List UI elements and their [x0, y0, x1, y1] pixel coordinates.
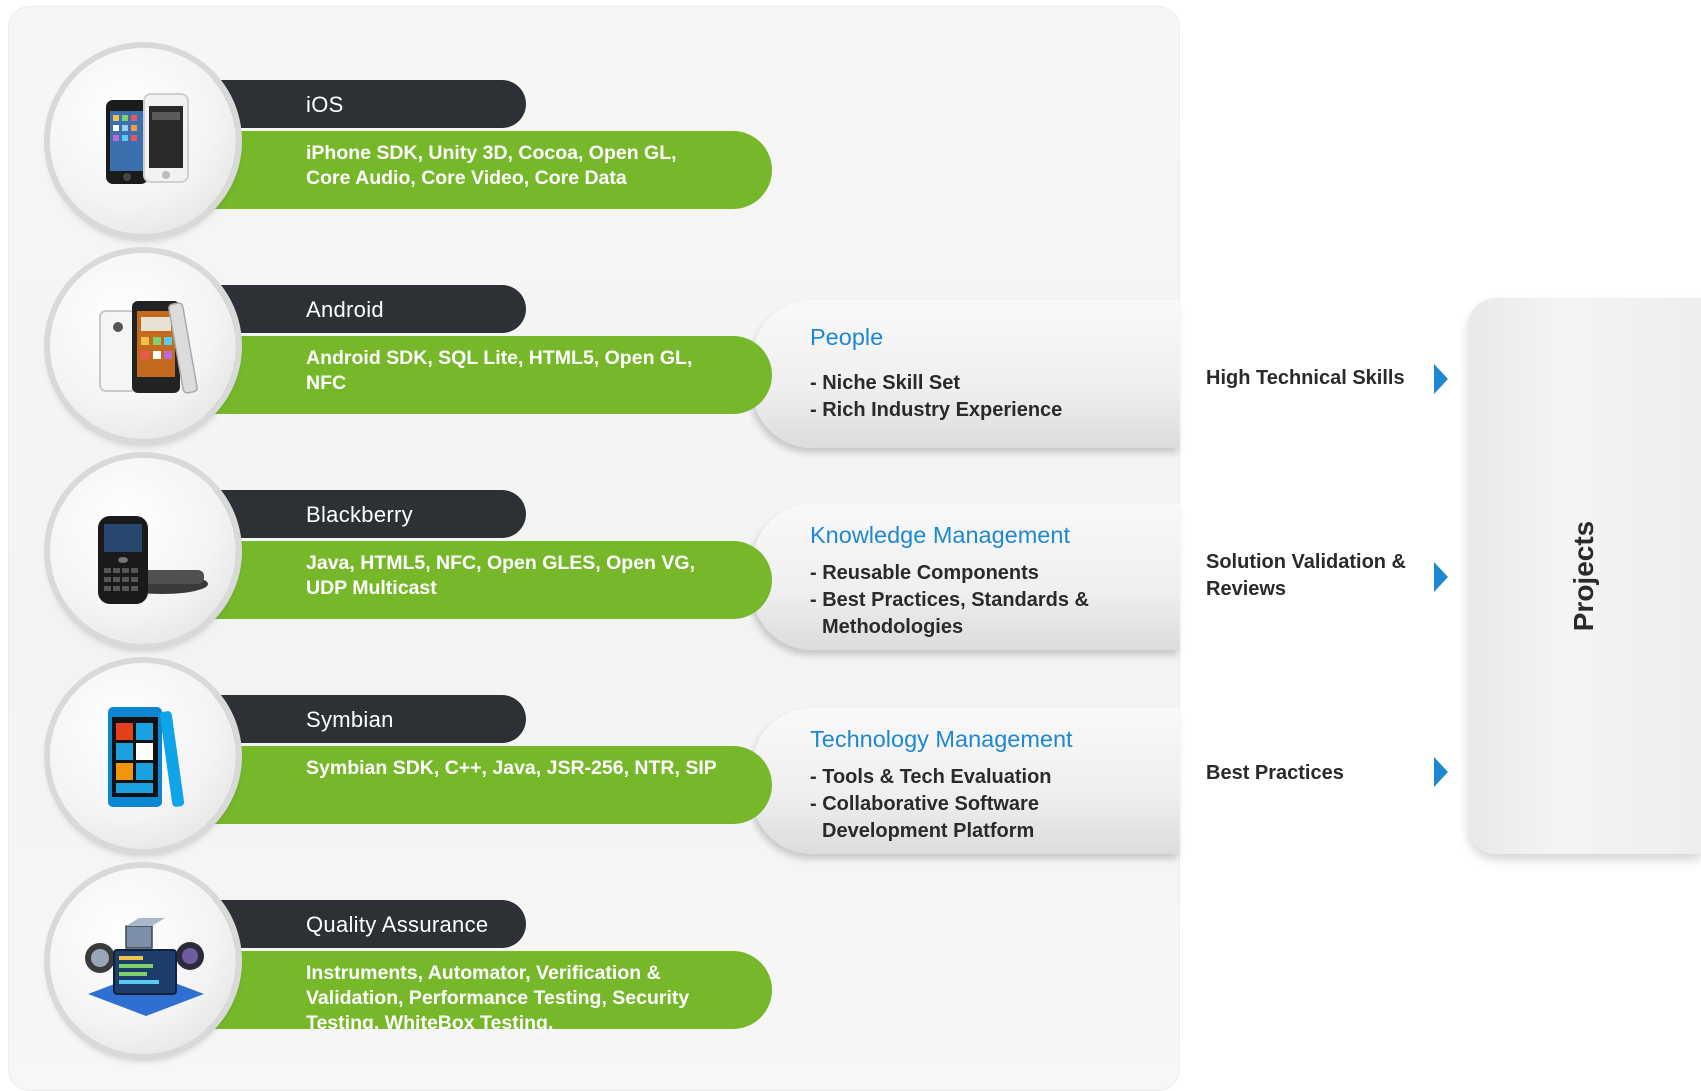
- platform-title-pill: Android: [198, 285, 526, 333]
- platform-row-quality-assurance: Quality Assurance Instruments, Automator…: [50, 868, 772, 1058]
- projects-label: Projects: [1568, 520, 1599, 632]
- capability-box-people: People - Niche Skill Set - Rich Industry…: [752, 300, 1180, 448]
- platform-tech-pill: iPhone SDK, Unity 3D, Cocoa, Open GL, Co…: [198, 131, 772, 209]
- capability-heading: Technology Management: [810, 726, 1073, 752]
- capability-points: - Tools & Tech Evaluation - Collaborativ…: [810, 764, 1110, 845]
- platform-title: iOS: [306, 92, 344, 117]
- platform-row-ios: iOS iPhone SDK, Unity 3D, Cocoa, Open GL…: [50, 48, 772, 238]
- platform-image-circle: [50, 458, 236, 644]
- outcome-label: Solution Validation & Reviews: [1206, 551, 1406, 600]
- nokia-phone-icon: [108, 707, 185, 807]
- capability-heading: Knowledge Management: [810, 522, 1070, 548]
- platform-title: Symbian: [306, 707, 394, 732]
- platform-image-circle: [50, 663, 236, 849]
- capability-point: - Tools & Tech Evaluation: [810, 766, 1052, 788]
- capability-box-technology-management: Technology Management - Tools & Tech Eva…: [752, 708, 1180, 854]
- platform-image-circle: [50, 868, 236, 1054]
- platform-technologies: Java, HTML5, NFC, Open GLES, Open VG, UD…: [306, 552, 695, 599]
- platform-tech-pill: Instruments, Automator, Verification & V…: [198, 951, 772, 1034]
- platform-title-pill: Symbian: [198, 695, 526, 743]
- platform-title: Android: [306, 297, 384, 322]
- capability-point: - Best Practices, Standards & Methodolog…: [810, 589, 1089, 638]
- platform-row-android: Android Android SDK, SQL Lite, HTML5, Op…: [50, 253, 772, 443]
- arrow-right-icon: [1434, 562, 1448, 592]
- platform-tech-pill: Symbian SDK, C++, Java, JSR-256, NTR, SI…: [198, 746, 772, 824]
- capability-point: - Rich Industry Experience: [810, 399, 1063, 421]
- arrow-right-icon: [1434, 364, 1448, 394]
- capability-points: - Reusable Components - Best Practices, …: [810, 560, 1110, 641]
- capability-heading: People: [810, 324, 884, 350]
- platform-title: Blackberry: [306, 502, 413, 527]
- android-phone-icon: [99, 301, 198, 394]
- platform-row-blackberry: Blackberry Java, HTML5, NFC, Open GLES, …: [50, 458, 772, 648]
- outcome-label: High Technical Skills: [1206, 367, 1405, 389]
- platform-title-pill: Quality Assurance: [198, 900, 526, 948]
- capability-point: - Collaborative Software Development Pla…: [810, 793, 1039, 842]
- capability-box-knowledge-management: Knowledge Management - Reusable Componen…: [752, 504, 1180, 650]
- platform-title: Quality Assurance: [306, 912, 489, 937]
- platform-title-pill: iOS: [198, 80, 526, 128]
- arrow-right-icon: [1434, 757, 1448, 787]
- platform-tech-pill: Java, HTML5, NFC, Open GLES, Open VG, UD…: [198, 541, 772, 619]
- capability-points: - Niche Skill Set - Rich Industry Experi…: [810, 370, 1110, 424]
- blackberry-phone-icon: [98, 516, 208, 604]
- projects-block: Projects: [1468, 298, 1701, 854]
- platform-technologies: Symbian SDK, C++, Java, JSR-256, NTR, SI…: [306, 757, 717, 779]
- platform-image-circle: [50, 253, 236, 439]
- platform-technologies: Android SDK, SQL Lite, HTML5, Open GL, N…: [306, 347, 693, 394]
- platform-tech-pill: Android SDK, SQL Lite, HTML5, Open GL, N…: [198, 336, 772, 414]
- platform-row-symbian: Symbian Symbian SDK, C++, Java, JSR-256,…: [50, 663, 772, 853]
- iphone-icon: [106, 93, 189, 184]
- outcome-label: Best Practices: [1206, 762, 1344, 784]
- platform-title-pill: Blackberry: [198, 490, 526, 538]
- qa-tools-icon: [85, 918, 204, 1016]
- capability-point: - Reusable Components: [810, 562, 1039, 584]
- platform-technologies: Instruments, Automator, Verification & V…: [306, 962, 690, 1034]
- capability-point: - Niche Skill Set: [810, 372, 961, 394]
- platform-technologies: iPhone SDK, Unity 3D, Cocoa, Open GL, Co…: [306, 142, 677, 189]
- platform-image-circle: [50, 48, 236, 234]
